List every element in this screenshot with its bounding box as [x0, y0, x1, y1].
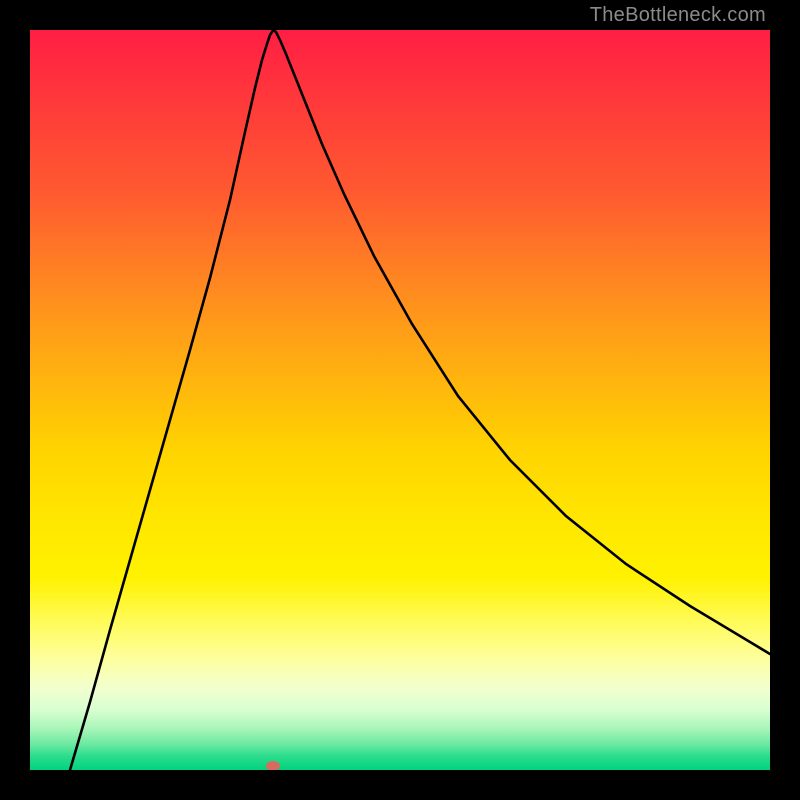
curve-path: [70, 30, 770, 770]
curve-layer: [30, 30, 770, 770]
minimum-marker: [266, 761, 280, 770]
watermark-text: TheBottleneck.com: [590, 4, 766, 27]
chart-frame: TheBottleneck.com: [0, 0, 800, 800]
plot-area: [30, 30, 770, 770]
